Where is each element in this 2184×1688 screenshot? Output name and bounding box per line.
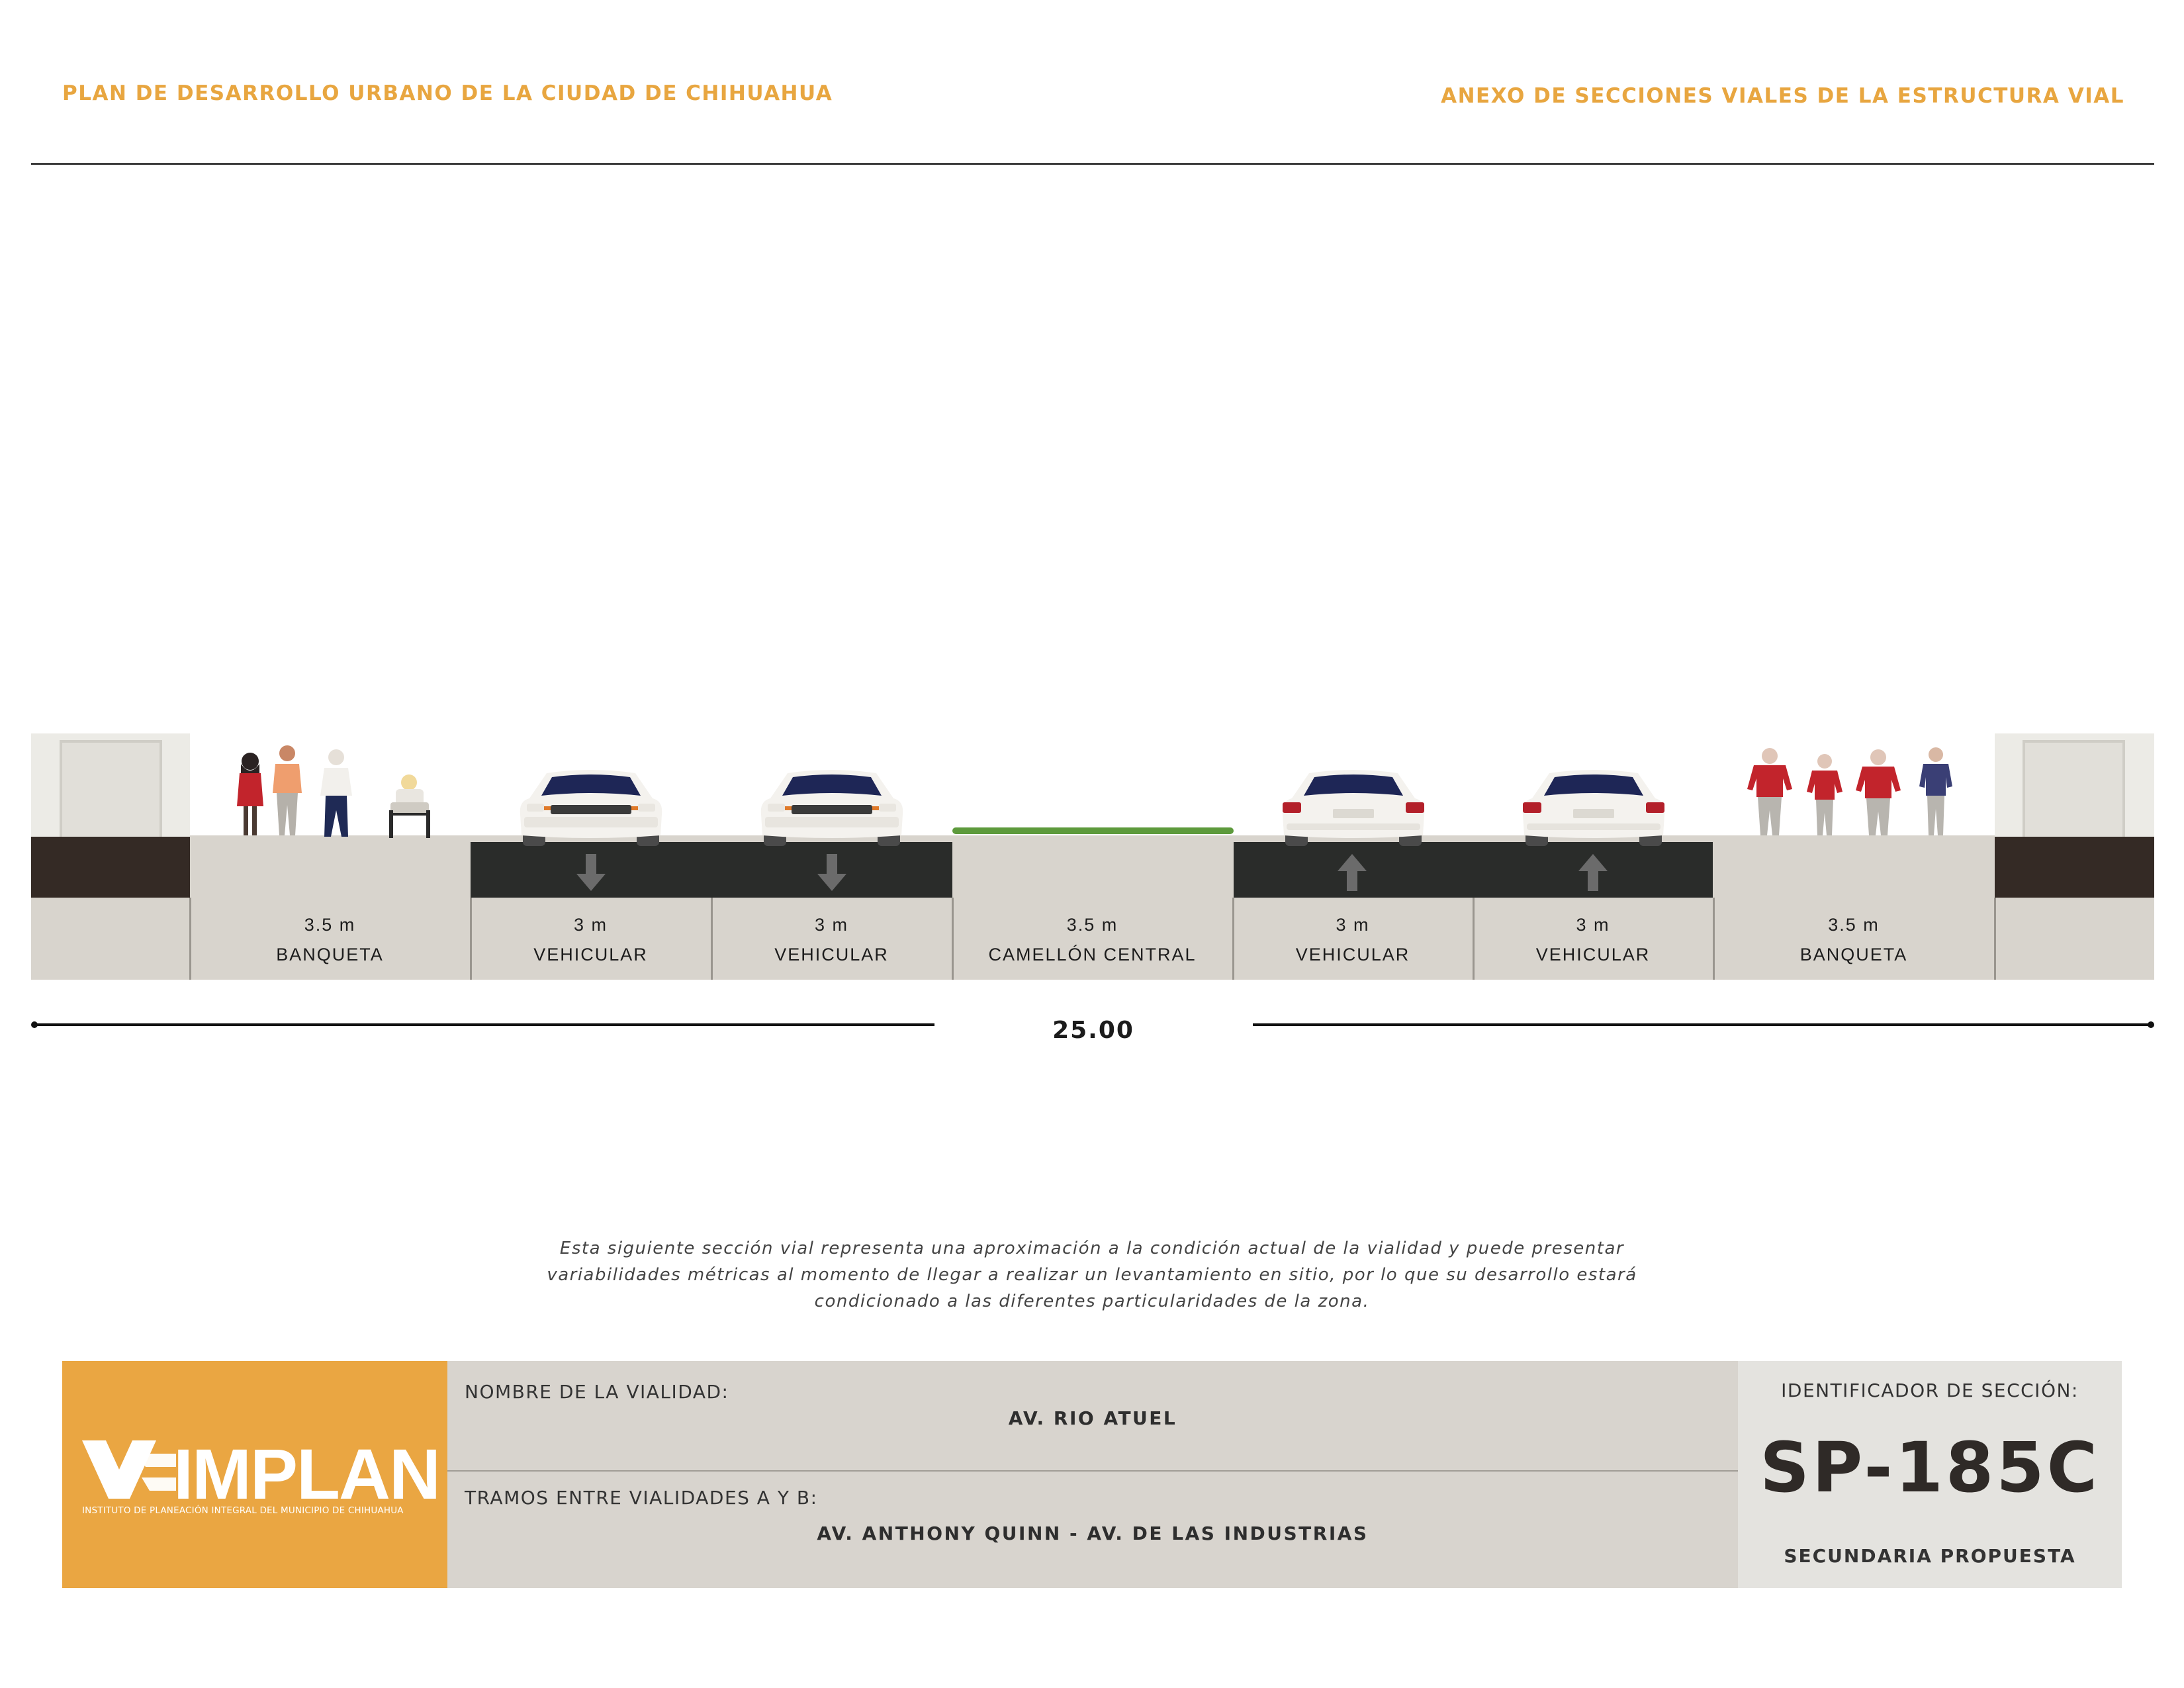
dimension-line-left bbox=[34, 1023, 934, 1026]
divider bbox=[1994, 898, 1996, 980]
implan-logo: IMPLAN INSTITUTO DE PLANEACIÓN INTEGRAL … bbox=[62, 1361, 447, 1588]
pedestrian-icon bbox=[1856, 749, 1901, 835]
pedestrian-icon bbox=[237, 753, 263, 835]
door-right bbox=[2023, 740, 2125, 837]
segments-value: AV. ANTHONY QUINN - AV. DE LAS INDUSTRIA… bbox=[817, 1523, 1369, 1544]
pedestrian-icon bbox=[1807, 754, 1843, 835]
info-divider bbox=[447, 1470, 1738, 1472]
lane-southbound bbox=[471, 842, 952, 898]
segment-width: 3 m bbox=[814, 915, 848, 935]
pedestrian-icon bbox=[320, 749, 352, 837]
implan-logo-mark-icon bbox=[82, 1440, 176, 1499]
segment-label: 3 m VEHICULAR bbox=[1473, 915, 1713, 965]
lane-northbound bbox=[1234, 842, 1713, 898]
segment-width: 3.5 m bbox=[1066, 915, 1118, 935]
disclaimer-note: Esta siguiente sección vial representa u… bbox=[547, 1239, 1637, 1311]
segment-width: 3.5 m bbox=[304, 915, 356, 935]
segment-width: 3.5 m bbox=[1828, 915, 1880, 935]
arrow-up-icon bbox=[1578, 854, 1608, 891]
pedestrian-icon bbox=[1747, 748, 1792, 835]
pedestrian-icon bbox=[1919, 747, 1952, 835]
segment-label: 3.5 m CAMELLÓN CENTRAL bbox=[952, 915, 1232, 965]
segment-label: 3 m VEHICULAR bbox=[711, 915, 952, 965]
door-left bbox=[60, 740, 162, 837]
section-id-panel: IDENTIFICADOR DE SECCIÓN: SP-185C SECUND… bbox=[1738, 1361, 2122, 1588]
segment-name: VEHICULAR bbox=[533, 945, 648, 964]
segment-name: VEHICULAR bbox=[1535, 945, 1651, 964]
segment-label: 3 m VEHICULAR bbox=[471, 915, 711, 965]
header-left-title: PLAN DE DESARROLLO URBANO DE LA CIUDAD D… bbox=[62, 81, 833, 105]
segment-name: BANQUETA bbox=[1799, 945, 1908, 964]
dimension-line-right bbox=[1253, 1023, 2150, 1026]
arrow-up-icon bbox=[1338, 854, 1367, 891]
section-id-label: IDENTIFICADOR DE SECCIÓN: bbox=[1781, 1380, 2079, 1401]
header-right-title: ANEXO DE SECCIONES VIALES DE LA ESTRUCTU… bbox=[1441, 84, 2124, 108]
logo-subtitle: INSTITUTO DE PLANEACIÓN INTEGRAL DEL MUN… bbox=[82, 1505, 404, 1516]
arrow-down-icon bbox=[576, 854, 606, 891]
segment-label: 3.5 m BANQUETA bbox=[190, 915, 470, 965]
logo-text: IMPLAN bbox=[173, 1434, 441, 1514]
road-name-label: NOMBRE DE LA VIALIDAD: bbox=[465, 1381, 729, 1403]
total-width: 25.00 bbox=[1052, 1017, 1134, 1044]
car-front-icon bbox=[520, 770, 662, 846]
segment-label: 3 m VEHICULAR bbox=[1233, 915, 1473, 965]
car-rear-icon bbox=[1522, 770, 1665, 846]
wall-left bbox=[31, 837, 190, 898]
segment-name: CAMELLÓN CENTRAL bbox=[988, 945, 1197, 964]
segment-width: 3 m bbox=[1576, 915, 1610, 935]
car-front-icon bbox=[760, 770, 903, 846]
dimension-endpoint bbox=[2148, 1021, 2154, 1028]
arrow-down-icon bbox=[817, 854, 846, 891]
wheelchair-user-icon bbox=[389, 774, 430, 838]
road-info-panel: NOMBRE DE LA VIALIDAD: AV. RIO ATUEL TRA… bbox=[447, 1361, 1738, 1588]
median-grass bbox=[952, 827, 1234, 834]
road-name-value: AV. RIO ATUEL bbox=[1008, 1407, 1177, 1429]
section-classification: SECUNDARIA PROPUESTA bbox=[1784, 1545, 2076, 1567]
car-rear-icon bbox=[1282, 770, 1425, 846]
segment-label: 3.5 m BANQUETA bbox=[1713, 915, 1994, 965]
segment-name: BANQUETA bbox=[276, 945, 384, 964]
header-rule bbox=[31, 163, 2154, 165]
segment-name: VEHICULAR bbox=[1295, 945, 1410, 964]
segments-label: TRAMOS ENTRE VIALIDADES A Y B: bbox=[465, 1487, 818, 1509]
pedestrian-icon bbox=[273, 745, 302, 835]
section-id-value: SP-185C bbox=[1760, 1427, 2100, 1508]
segment-width: 3 m bbox=[573, 915, 608, 935]
segment-width: 3 m bbox=[1336, 915, 1370, 935]
wall-right bbox=[1995, 837, 2154, 898]
segment-name: VEHICULAR bbox=[774, 945, 889, 964]
